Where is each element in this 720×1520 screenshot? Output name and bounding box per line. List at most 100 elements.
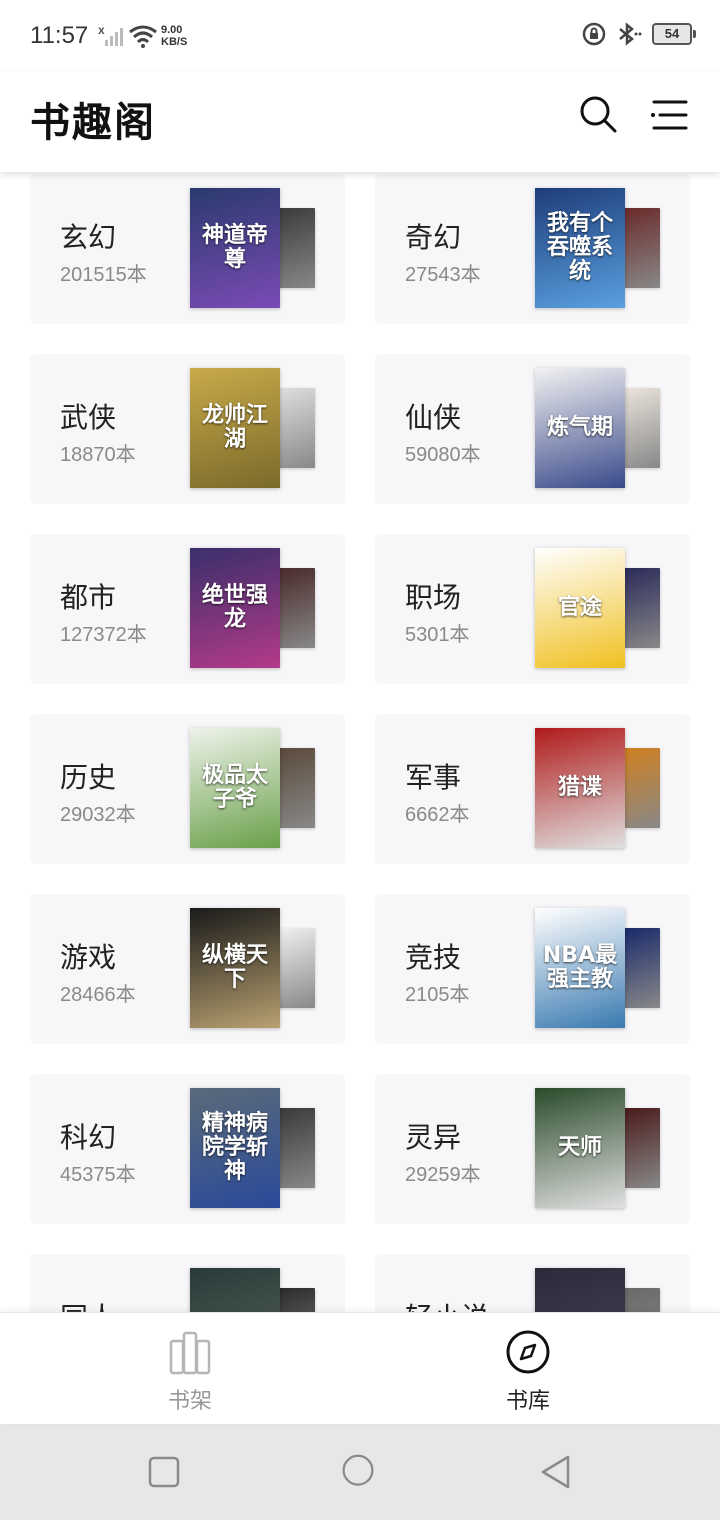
book-cover-secondary	[279, 388, 315, 468]
book-cover-title: 猎谍	[557, 775, 602, 800]
category-name: 历史	[60, 761, 117, 794]
svg-text:x: x	[98, 24, 105, 37]
category-count: 27543本	[405, 264, 481, 286]
category-count: 29259本	[405, 1164, 481, 1186]
category-name: 武侠	[60, 401, 117, 434]
category-count: 18870本	[60, 444, 136, 466]
tab-bookshelf[interactable]: 书架	[10, 1313, 370, 1425]
signal-x-icon: x	[98, 24, 123, 46]
category-name: 同人	[60, 1296, 116, 1312]
book-cover-secondary	[279, 568, 315, 648]
category-grid: 玄幻 201515本 神道帝尊 奇幻 27543本 我有个吞噬系统武侠 18870本 龙帅江湖…	[0, 172, 720, 1312]
book-cover-primary	[190, 1268, 280, 1312]
category-card[interactable]: 同人	[30, 1254, 345, 1312]
category-count: 6662本	[405, 804, 470, 826]
category-name: 轻小说	[405, 1296, 489, 1312]
category-card[interactable]: 都市 127372本 绝世强龙	[30, 534, 345, 684]
book-cover-secondary	[624, 1108, 660, 1188]
book-cover-title: 天师	[557, 1135, 602, 1160]
status-right-group: 54	[582, 22, 696, 46]
category-name: 灵异	[405, 1121, 462, 1154]
book-cover-secondary	[624, 1288, 660, 1312]
category-card[interactable]: 灵异 29259本 天师	[375, 1074, 690, 1224]
book-cover-secondary	[624, 928, 660, 1008]
category-name: 仙侠	[405, 401, 462, 434]
category-name: 竞技	[405, 941, 462, 974]
status-bar: 11:57 x 9.00 KB/S 54	[0, 0, 720, 72]
book-cover-title: 绝世强龙	[201, 583, 268, 632]
network-speed-unit: KB/S	[161, 36, 188, 48]
book-cover-title: 精神病院学斩神	[201, 1111, 268, 1184]
bookshelf-icon	[169, 1331, 211, 1375]
category-name: 玄幻	[60, 221, 117, 254]
book-cover-primary	[535, 1268, 625, 1312]
book-cover-title: 炼气期	[546, 415, 613, 440]
book-cover-title: 龙帅江湖	[201, 403, 268, 452]
book-cover-primary: 极品太子爷	[190, 728, 280, 848]
book-cover-primary: 天师	[535, 1088, 625, 1208]
book-cover-title: 纵横天下	[201, 943, 268, 992]
bluetooth-icon	[619, 22, 642, 46]
category-count: 127372本	[60, 624, 147, 646]
category-card[interactable]: 职场 5301本 官途	[375, 534, 690, 684]
book-cover-primary: 官途	[535, 548, 625, 668]
app-title: 书趣阁	[30, 100, 156, 146]
book-cover-primary: 炼气期	[535, 368, 625, 488]
book-cover-primary: 纵横天下	[190, 908, 280, 1028]
category-card[interactable]: 仙侠 59080本 炼气期	[375, 354, 690, 504]
book-cover-secondary	[279, 928, 315, 1008]
book-cover-secondary	[624, 568, 660, 648]
category-card[interactable]: 历史 29032本 极品太子爷	[30, 714, 345, 864]
category-card[interactable]: 军事 6662本 猎谍	[375, 714, 690, 864]
book-cover-primary: 龙帅江湖	[190, 368, 280, 488]
app-header: 书趣阁	[0, 72, 720, 172]
book-cover-primary: NBA最强主教	[535, 908, 625, 1028]
category-card[interactable]: 轻小说	[375, 1254, 690, 1312]
category-card[interactable]: 科幻 45375本 精神病院学斩神	[30, 1074, 345, 1224]
book-cover-title: 我有个吞噬系统	[546, 211, 613, 284]
bottom-tab-bar: 书架 书库	[0, 1312, 720, 1424]
recents-square-icon[interactable]	[146, 1454, 182, 1490]
category-count: 59080本	[405, 444, 481, 466]
system-nav-bar	[0, 1424, 720, 1520]
search-icon[interactable]	[578, 94, 618, 134]
book-cover-secondary	[279, 1288, 315, 1312]
book-cover-secondary	[624, 748, 660, 828]
book-cover-title: 官途	[557, 595, 602, 620]
category-card[interactable]: 武侠 18870本 龙帅江湖	[30, 354, 345, 504]
category-name: 科幻	[60, 1121, 117, 1154]
compass-icon	[506, 1330, 550, 1374]
category-card[interactable]: 竞技 2105本 NBA最强主教	[375, 894, 690, 1044]
home-circle-icon[interactable]	[340, 1454, 376, 1490]
category-name: 职场	[405, 581, 462, 614]
category-name: 奇幻	[405, 221, 462, 254]
category-count: 201515本	[60, 264, 147, 286]
category-count: 28466本	[60, 984, 136, 1006]
book-cover-secondary	[279, 748, 315, 828]
back-triangle-icon[interactable]	[538, 1454, 574, 1490]
book-cover-secondary	[624, 388, 660, 468]
rotation-lock-icon	[582, 22, 606, 46]
category-count: 45375本	[60, 1164, 136, 1186]
tab-library[interactable]: 书库	[348, 1313, 708, 1425]
status-time: 11:57	[30, 22, 89, 49]
category-card[interactable]: 奇幻 27543本 我有个吞噬系统	[375, 174, 690, 324]
book-cover-primary: 绝世强龙	[190, 548, 280, 668]
book-cover-secondary	[279, 208, 315, 288]
menu-icon[interactable]	[650, 98, 688, 132]
category-count: 2105本	[405, 984, 470, 1006]
book-cover-primary: 精神病院学斩神	[190, 1088, 280, 1208]
network-speed: 9.00 KB/S	[161, 24, 187, 48]
book-cover-secondary	[279, 1108, 315, 1188]
category-name: 游戏	[60, 941, 117, 974]
category-card[interactable]: 玄幻 201515本 神道帝尊	[30, 174, 345, 324]
book-cover-secondary	[624, 208, 660, 288]
book-cover-title: NBA最强主教	[542, 943, 618, 992]
wifi-icon	[129, 25, 157, 48]
tab-bookshelf-label: 书架	[167, 1389, 212, 1414]
book-cover-title: 神道帝尊	[201, 223, 268, 272]
category-card[interactable]: 游戏 28466本 纵横天下	[30, 894, 345, 1044]
category-name: 军事	[405, 761, 462, 794]
book-cover-primary: 神道帝尊	[190, 188, 280, 308]
tab-library-label: 书库	[505, 1389, 550, 1414]
